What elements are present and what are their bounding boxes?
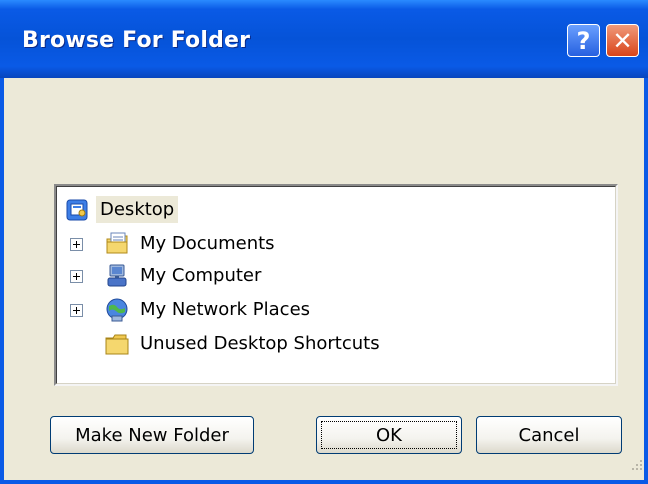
folder-tree[interactable]: Desktop My Documents My Computer My Netw… [54,184,618,386]
tree-item-label: Desktop [96,196,179,223]
network-places-icon [106,298,128,322]
expand-icon[interactable] [70,270,83,283]
cancel-button[interactable]: Cancel [476,416,622,454]
tree-item-label: My Network Places [140,299,311,320]
tree-item-label: My Documents [140,233,275,254]
help-icon: ? [576,26,591,55]
expand-icon[interactable] [70,304,83,317]
ok-button[interactable]: OK [316,416,462,454]
make-new-folder-label: Make New Folder [75,424,229,446]
focus-ring [321,421,457,449]
tree-item-label: Unused Desktop Shortcuts [140,333,380,354]
close-icon: ✕ [612,26,633,55]
resize-grip-icon[interactable] [626,458,644,476]
dialog-title: Browse For Folder [22,28,251,53]
expand-icon[interactable] [70,238,83,251]
cancel-label: Cancel [518,424,580,446]
folder-icon [105,334,129,355]
close-button[interactable]: ✕ [606,24,639,57]
my-computer-icon [107,264,127,287]
desktop-icon [66,199,88,221]
tree-item-label: My Computer [140,265,262,286]
title-bar[interactable]: Browse For Folder ? ✕ [0,0,648,78]
my-documents-icon [106,232,128,254]
make-new-folder-button[interactable]: Make New Folder [50,416,254,454]
help-button[interactable]: ? [567,24,600,57]
browse-for-folder-dialog: Browse For Folder ? ✕ Desktop My Documen… [0,0,648,484]
